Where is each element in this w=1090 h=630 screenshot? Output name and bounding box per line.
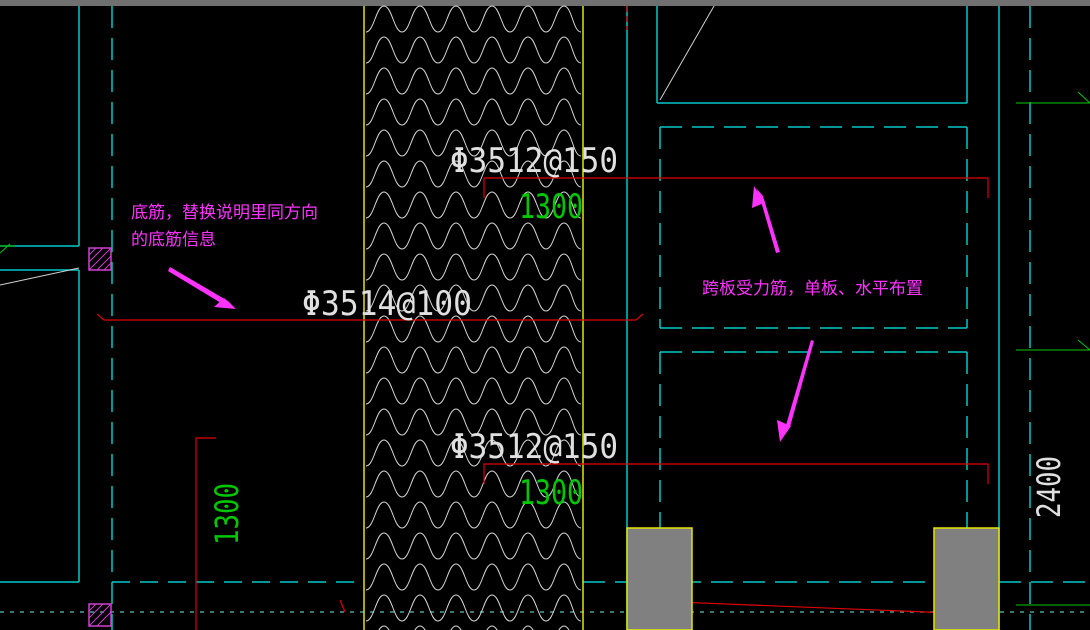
cad-drawing-canvas[interactable]: Φ3512@150 Φ3514@100 Φ3512@150 1300 1300 … xyxy=(0,0,1090,630)
rebar-label-top[interactable]: Φ3512@150 xyxy=(450,141,618,181)
dimension-right-vertical[interactable]: 2400 xyxy=(1030,456,1068,518)
dimension-bottom[interactable]: 1300 xyxy=(519,473,583,513)
rebar-label-middle[interactable]: Φ3514@100 xyxy=(302,284,472,324)
annotation-right: 跨板受力筋，单板、水平布置 xyxy=(702,279,923,299)
column-left[interactable] xyxy=(626,527,693,630)
dimension-left-vertical[interactable]: 1300 xyxy=(208,483,246,545)
annotation-left-line1: 底筋，替换说明里同方向 xyxy=(131,203,318,223)
rebar-label-bottom[interactable]: Φ3512@150 xyxy=(450,427,618,467)
dimension-top[interactable]: 1300 xyxy=(519,187,583,227)
annotation-left-line2: 的底筋信息 xyxy=(131,230,216,250)
column-right[interactable] xyxy=(933,527,1000,630)
hatched-square-icon xyxy=(88,247,112,271)
top-toolbar-strip xyxy=(0,0,1090,6)
